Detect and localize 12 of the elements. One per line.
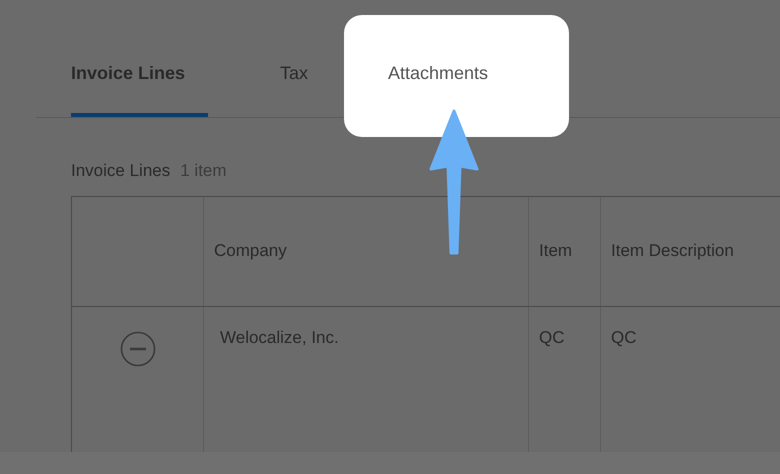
table-cell: Welocalize, Inc. [220,328,339,346]
column-header: Item [529,196,601,306]
table-cell: QC [611,328,636,346]
section-title: Invoice Lines [71,160,170,182]
remove-icon[interactable] [120,330,156,366]
column-header: Company [204,196,529,306]
tab[interactable]: Tax [280,55,316,117]
arrow-icon [429,109,479,255]
table-cell: QC [539,328,564,346]
tab[interactable]: Invoice Lines [71,55,208,117]
column-header: Item Description [601,196,780,306]
tab[interactable]: Attachments [388,55,520,117]
